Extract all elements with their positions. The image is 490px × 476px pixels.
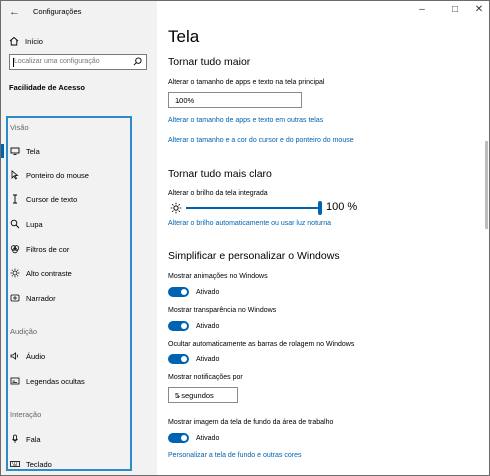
- scrollbars-toggle-row[interactable]: Ativado: [168, 354, 219, 364]
- sun-icon: [170, 202, 182, 214]
- text-cursor-icon: [13, 194, 17, 204]
- sidebar-item-label: Tela: [26, 146, 40, 156]
- transparency-label: Mostrar transparência no Windows: [168, 307, 277, 314]
- sidebar-item-fala[interactable]: Fala: [10, 434, 41, 444]
- slider-thumb[interactable]: [318, 201, 322, 215]
- brightness-value: 100 %: [326, 201, 358, 213]
- transparency-toggle-row[interactable]: Ativado: [168, 321, 219, 331]
- category-title: Facilidade de Acesso: [9, 83, 86, 92]
- home-link[interactable]: Início: [9, 36, 43, 46]
- keyboard-icon: [10, 461, 20, 467]
- animations-toggle-row[interactable]: Ativado: [168, 287, 219, 297]
- wallpaper-label: Mostrar imagem da tela de fundo da área …: [168, 419, 334, 426]
- sidebar-item-label: Teclado: [26, 459, 52, 469]
- sidebar-item-narrador[interactable]: Narrador: [10, 293, 56, 303]
- group-label-interacao: Interação: [10, 410, 42, 419]
- slider-track: [186, 207, 321, 209]
- wallpaper-toggle[interactable]: [168, 433, 189, 443]
- display-icon: [10, 147, 20, 155]
- toggle-state: Ativado: [196, 288, 220, 296]
- captions-icon: [10, 377, 20, 385]
- section-title-mais-claro: Tornar tudo mais claro: [168, 168, 272, 180]
- sidebar-item-label: Filtros de cor: [26, 244, 70, 254]
- speaker-icon: [10, 352, 18, 360]
- notifications-label: Mostrar notificações por: [168, 374, 243, 381]
- search-placeholder: Localizar uma configuração: [14, 58, 100, 65]
- chevron-down-icon: ⌄: [175, 391, 182, 400]
- back-arrow-icon[interactable]: ←: [9, 6, 20, 18]
- sidebar-item-label: Lupa: [26, 219, 43, 229]
- sidebar-item-label: Fala: [26, 434, 41, 444]
- scrollbar[interactable]: [485, 141, 488, 229]
- sidebar-item-tela[interactable]: Tela: [10, 146, 40, 156]
- link-cursor-pointer[interactable]: Alterar o tamanho e a cor do cursor e do…: [168, 137, 354, 144]
- wallpaper-toggle-row[interactable]: Ativado: [168, 433, 219, 443]
- home-icon: [9, 36, 19, 46]
- sidebar-item-legendas-ocultas[interactable]: Legendas ocultas: [10, 376, 85, 386]
- sidebar-item-label: Alto contraste: [26, 268, 72, 278]
- sidebar-item-ponteiro-do-mouse[interactable]: Ponteiro do mouse: [10, 170, 89, 180]
- maximize-icon[interactable]: □: [445, 4, 465, 15]
- sidebar-item-cursor-de-texto[interactable]: Cursor de texto: [10, 194, 77, 204]
- search-icon[interactable]: [133, 57, 142, 66]
- sidebar-item-label: Áudio: [26, 351, 46, 361]
- close-icon[interactable]: ✕: [469, 4, 489, 15]
- magnifier-icon: [10, 219, 20, 229]
- color-filter-icon: [10, 245, 20, 254]
- home-label: Início: [25, 36, 43, 46]
- app-title: Configurações: [33, 7, 82, 16]
- page-title: Tela: [168, 27, 200, 46]
- sidebar-item-audio[interactable]: Áudio: [10, 351, 45, 361]
- sidebar-item-label: Legendas ocultas: [26, 376, 85, 386]
- sidebar-item-label: Narrador: [26, 293, 56, 303]
- brightness-label: Alterar o brilho da tela integrada: [168, 190, 268, 197]
- mouse-pointer-icon: [11, 170, 19, 180]
- animations-toggle[interactable]: [168, 287, 189, 297]
- size-label: Alterar o tamanho de apps e texto na tel…: [168, 79, 325, 86]
- toggle-state: Ativado: [196, 434, 220, 442]
- toggle-state: Ativado: [196, 355, 220, 363]
- sidebar-item-alto-contraste[interactable]: Alto contraste: [10, 268, 72, 278]
- link-text-size-other-screens[interactable]: Alterar o tamanho de apps e texto em out…: [168, 117, 323, 124]
- minimize-icon[interactable]: –: [412, 4, 432, 15]
- scale-dropdown[interactable]: 100% ⌄: [168, 92, 302, 108]
- group-label-visao: Visão: [10, 123, 29, 132]
- link-personalize-background[interactable]: Personalizar a tela de fundo e outras co…: [168, 452, 301, 459]
- sidebar-item-label: Cursor de texto: [26, 194, 78, 204]
- main-content: – □ ✕ Tela Tornar tudo maior Alterar o t…: [157, 1, 489, 475]
- sidebar: ← Configurações Início Localizar uma con…: [1, 1, 157, 475]
- sidebar-item-teclado[interactable]: Teclado: [10, 459, 52, 469]
- sidebar-item-label: Ponteiro do mouse: [26, 170, 89, 180]
- notifications-dropdown[interactable]: 5 segundos ⌄: [168, 387, 238, 403]
- transparency-toggle[interactable]: [168, 321, 189, 331]
- section-title-simplificar: Simplificar e personalizar o Windows: [168, 250, 340, 262]
- scrollbars-toggle[interactable]: [168, 354, 189, 364]
- settings-window: ← Configurações Início Localizar uma con…: [0, 0, 490, 476]
- brightness-slider[interactable]: 100 %: [168, 200, 368, 216]
- sidebar-item-filtros-de-cor[interactable]: Filtros de cor: [10, 244, 69, 254]
- toggle-state: Ativado: [196, 322, 220, 330]
- selected-indicator: [1, 144, 4, 158]
- search-input[interactable]: Localizar uma configuração: [9, 54, 147, 70]
- high-contrast-icon: [10, 268, 20, 278]
- animations-label: Mostrar animações no Windows: [168, 273, 268, 280]
- chevron-down-icon: ⌄: [175, 96, 182, 105]
- link-auto-brightness[interactable]: Alterar o brilho automaticamente ou usar…: [168, 220, 331, 227]
- section-title-tornar-maior: Tornar tudo maior: [168, 56, 251, 68]
- microphone-icon: [12, 434, 18, 443]
- scrollbars-label: Ocultar automaticamente as barras de rol…: [168, 341, 355, 348]
- sidebar-item-lupa[interactable]: Lupa: [10, 219, 43, 229]
- narrator-icon: [10, 294, 20, 302]
- group-label-audicao: Audição: [10, 327, 38, 336]
